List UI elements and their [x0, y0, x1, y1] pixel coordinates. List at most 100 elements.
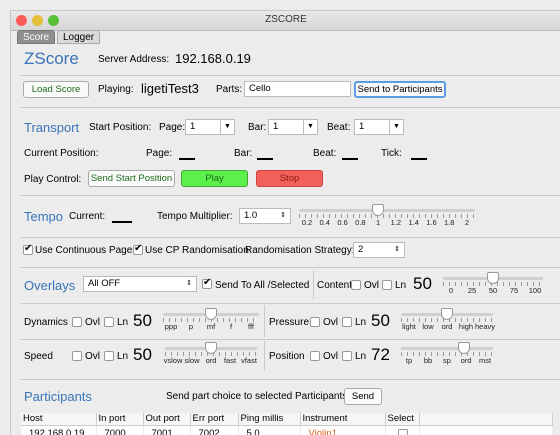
current-tick-value: [411, 158, 427, 160]
randomisation-strategy-select[interactable]: 2 ⇕: [353, 242, 405, 258]
pressure-ovl-checkbox[interactable]: [310, 317, 320, 327]
send-to-all-label: Send To All /Selected: [215, 280, 310, 291]
cp-randomisation-checkbox[interactable]: [133, 243, 143, 255]
column-header-host[interactable]: Host: [21, 413, 97, 426]
content-label: Content: [317, 280, 353, 291]
slider-thumb[interactable]: [441, 308, 453, 320]
play-control-label: Play Control:: [24, 174, 82, 185]
continuous-page-label: Use Continuous Page: [35, 245, 133, 256]
start-bar-value: 1: [273, 121, 279, 132]
slider-tick-label: mf: [206, 322, 216, 331]
column-header-in-port[interactable]: In port: [96, 413, 144, 426]
start-position-label: Start Position:: [89, 122, 152, 133]
column-header-select[interactable]: Select: [385, 413, 420, 426]
randomisation-strategy-value: 2: [358, 244, 364, 255]
content-slider[interactable]: 0 25 50 75 100: [443, 272, 543, 295]
pressure-slider[interactable]: light low ord high heavy: [401, 308, 495, 331]
start-beat-select[interactable]: 1 ▼: [354, 119, 404, 135]
play-button[interactable]: Play: [181, 170, 248, 187]
slider-tick-label: 75: [509, 286, 519, 295]
content-ovl-label: Ovl: [364, 280, 379, 291]
start-page-select[interactable]: 1 ▼: [185, 119, 235, 135]
position-label: Position: [269, 351, 305, 362]
position-slider[interactable]: tp bb sp ord mst: [401, 342, 493, 365]
current-beat-label: Beat:: [313, 148, 337, 159]
current-bar-value: [257, 158, 273, 160]
start-beat-label: Beat:: [327, 122, 351, 133]
position-ovl-checkbox[interactable]: [310, 351, 320, 361]
stepper-icon: ⇕: [186, 280, 192, 287]
start-beat-value: 1: [359, 121, 365, 132]
stop-button[interactable]: Stop: [256, 170, 323, 187]
pressure-ln-checkbox[interactable]: [342, 317, 352, 327]
dynamics-ovl-checkbox[interactable]: [72, 317, 82, 327]
slider-tick-label: low: [422, 322, 434, 331]
slider-tick-label: high: [458, 322, 474, 331]
slider-tick-label: 2: [464, 218, 470, 227]
slider-thumb[interactable]: [457, 342, 470, 354]
tab-score[interactable]: Score: [17, 30, 56, 44]
slider-tick-label: 1.2: [390, 218, 402, 227]
current-page-value: [179, 158, 195, 160]
content-ln-label: Ln: [395, 280, 407, 291]
slider-thumb[interactable]: [205, 308, 217, 320]
randomisation-strategy-label: Randomisation Strategy:: [245, 245, 355, 256]
send-part-choice-label: Send part choice to selected Participant…: [166, 391, 350, 402]
slider-tick-label: 50: [488, 286, 498, 295]
row-select-checkbox[interactable]: [397, 428, 408, 435]
window-title: ZSCORE: [265, 14, 307, 25]
app-window: ZSCORE Score Logger ZScore Server Addres…: [10, 10, 560, 435]
overlay-mode-select[interactable]: All OFF ⇕: [83, 276, 197, 292]
column-header-instrument[interactable]: Instrument: [300, 413, 386, 426]
column-header-out-port[interactable]: Out port: [143, 413, 191, 426]
parts-label: Parts:: [216, 84, 243, 95]
speed-value: 50: [133, 345, 152, 364]
tempo-multiplier-stepper[interactable]: 1.0 ⇕: [239, 208, 291, 224]
slider-tick-label: ord: [205, 356, 217, 365]
start-bar-select[interactable]: 1 ▼: [268, 119, 318, 135]
current-bar-label: Bar:: [234, 148, 253, 159]
speed-slider[interactable]: vslow slow ord fast vfast: [164, 342, 257, 365]
pressure-value: 50: [371, 311, 390, 330]
speed-ovl-label: Ovl: [85, 351, 100, 362]
slider-tick-label: p: [188, 322, 194, 331]
dynamics-ln-checkbox[interactable]: [104, 317, 114, 327]
slider-tick-label: 1: [376, 218, 381, 227]
cell-host: 192.168.0.19: [21, 425, 97, 435]
load-score-button[interactable]: Load Score: [23, 81, 89, 98]
send-to-participants-button[interactable]: Send to Participants: [354, 81, 446, 98]
cp-randomisation-label: Use CP Randomisation: [145, 245, 249, 256]
divider: [264, 305, 265, 337]
chevron-down-icon: ▼: [389, 120, 403, 134]
send-start-position-button[interactable]: Send Start Position: [88, 170, 175, 187]
pressure-ln-label: Ln: [355, 317, 367, 328]
slider-tick-label: 1.4: [408, 218, 419, 227]
column-header-err-port[interactable]: Err port: [190, 413, 239, 426]
slider-thumb[interactable]: [205, 342, 217, 354]
column-header-filler: [419, 413, 553, 426]
slider-thumb[interactable]: [372, 204, 385, 216]
content-ln-checkbox[interactable]: [382, 280, 392, 290]
send-part-choice-button[interactable]: Send: [344, 388, 382, 405]
table-row[interactable]: 192.168.0.19 7000 7001 7002 5.0 Violin1: [21, 425, 553, 435]
cell-instrument[interactable]: Violin1: [300, 425, 386, 435]
tempo-title: Tempo: [24, 209, 64, 224]
position-value: 72: [371, 345, 390, 364]
position-ln-checkbox[interactable]: [342, 351, 352, 361]
dynamics-ovl-label: Ovl: [85, 317, 100, 328]
speed-ovl-checkbox[interactable]: [72, 351, 82, 361]
tempo-slider[interactable]: 0.2 0.4 0.6 0.8 1 1.2 1.4 1.6 1.8 2: [299, 204, 475, 227]
divider: [313, 271, 314, 299]
speed-ln-checkbox[interactable]: [104, 351, 114, 361]
continuous-page-checkbox[interactable]: [23, 243, 33, 255]
speed-label: Speed: [24, 351, 53, 362]
content-ovl-checkbox[interactable]: [351, 280, 361, 290]
tab-logger[interactable]: Logger: [57, 30, 101, 44]
column-header-ping-millis[interactable]: Ping millis: [238, 413, 301, 426]
divider: [21, 303, 560, 304]
slider-track: [299, 209, 475, 212]
parts-input[interactable]: Cello: [244, 81, 351, 97]
dynamics-slider[interactable]: ppp p mf f fff: [163, 308, 259, 331]
send-to-all-checkbox[interactable]: [202, 277, 212, 289]
slider-thumb[interactable]: [487, 272, 499, 284]
